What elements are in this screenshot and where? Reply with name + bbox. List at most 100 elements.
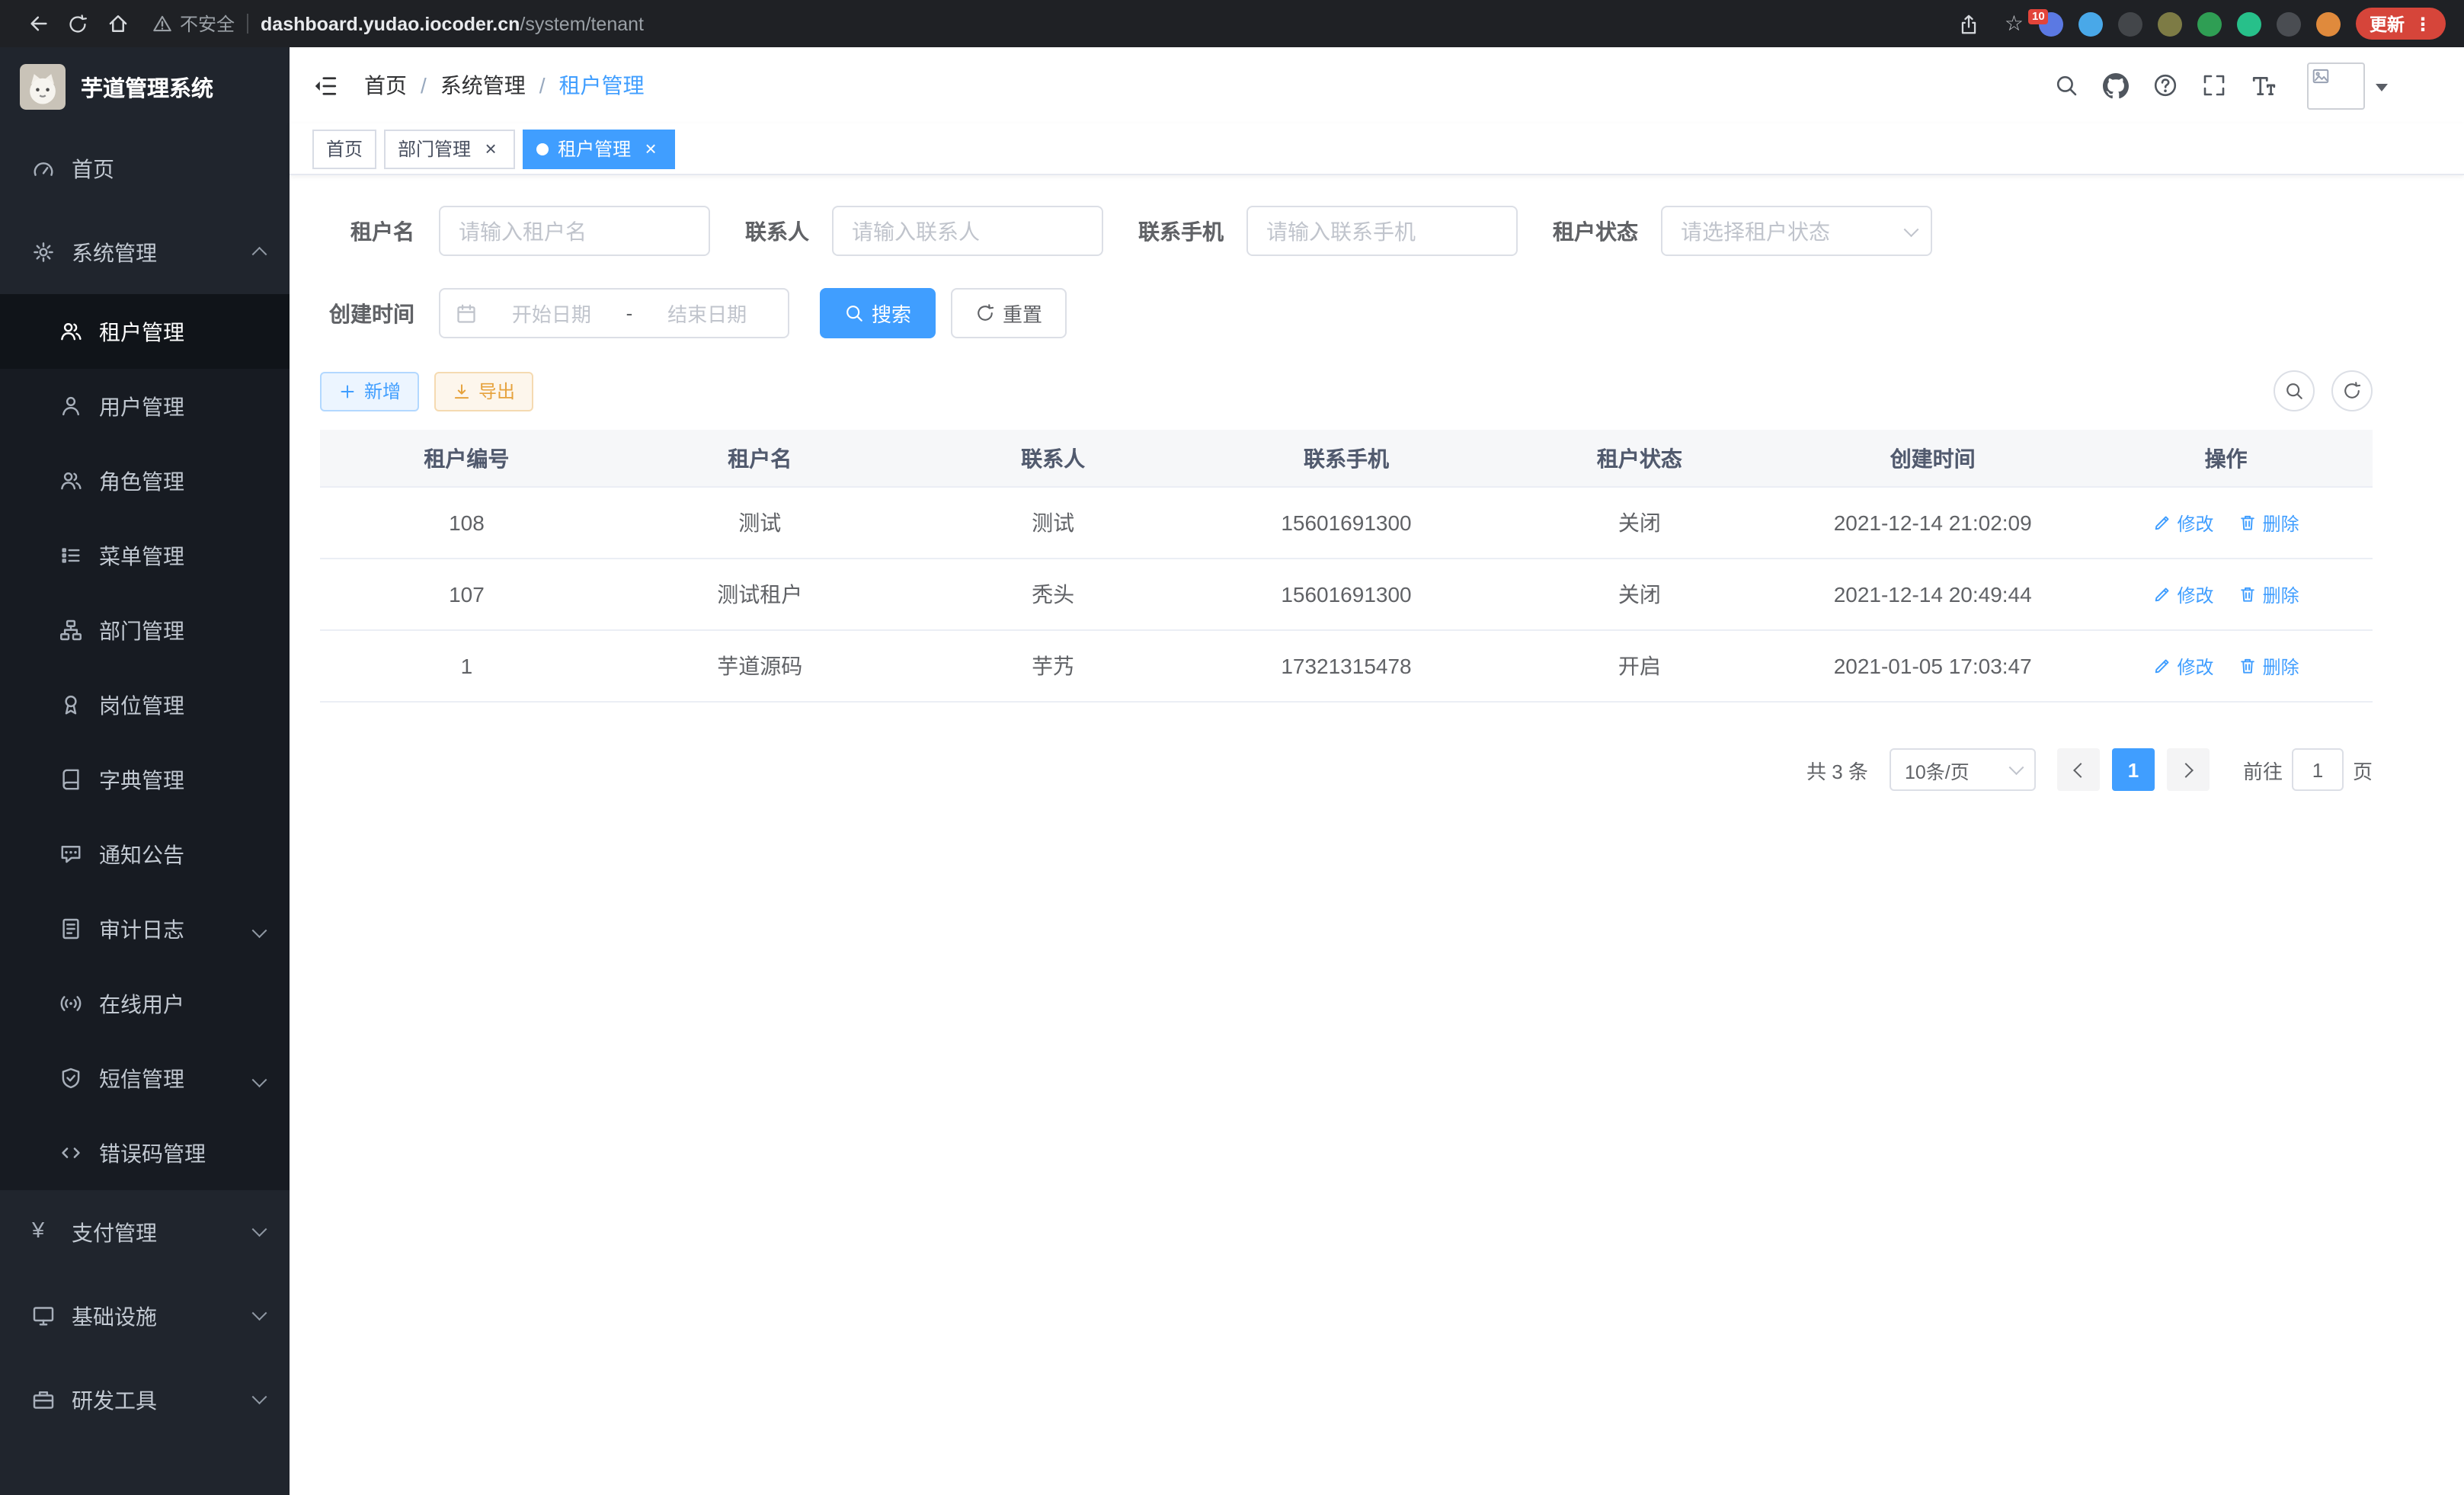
next-page-button[interactable] [2167,748,2210,791]
menu-icon [59,544,82,567]
sidebar-item-tenant[interactable]: 租户管理 [0,294,290,369]
filter-contact: 联系人 [745,206,1103,256]
security-chip[interactable]: 不安全 [152,11,235,37]
sidebar-item-audit-log[interactable]: 审计日志 [0,892,290,966]
page-size-select[interactable]: 10条/页 [1890,748,2036,791]
cell-tenant-id: 1 [320,654,613,678]
sidebar-item-online-user[interactable]: 在线用户 [0,966,290,1041]
sidebar-item-label: 审计日志 [99,914,184,944]
sidebar-item-user[interactable]: 用户管理 [0,369,290,443]
sidebar-fold-icon[interactable] [312,72,338,98]
refresh-table-button[interactable] [2331,370,2373,411]
toggle-search-button[interactable] [2274,370,2315,411]
extension-icon-2[interactable] [2078,11,2103,36]
search-button[interactable]: 搜索 [820,288,936,338]
user-menu[interactable] [2307,62,2388,109]
sidebar-item-dev-tool[interactable]: 研发工具 [0,1358,290,1442]
phone-input[interactable] [1246,206,1518,256]
sidebar-item-label: 基础设施 [72,1301,157,1331]
sidebar-item-pay[interactable]: ¥ 支付管理 [0,1190,290,1274]
tab-home[interactable]: 首页 [312,129,376,168]
date-range-picker[interactable]: 开始日期 - 结束日期 [439,288,789,338]
browser-reload-icon[interactable] [58,5,98,42]
sidebar-item-post[interactable]: 岗位管理 [0,667,290,742]
filter-status: 租户状态 请选择租户状态 [1553,206,1932,256]
sidebar-item-label: 在线用户 [99,988,184,1019]
sidebar-item-dept[interactable]: 部门管理 [0,593,290,667]
tenant-name-input[interactable] [439,206,710,256]
page-number-1[interactable]: 1 [2112,748,2155,791]
goto-page-input[interactable] [2292,748,2344,791]
extension-icon-4[interactable] [2158,11,2182,36]
help-icon[interactable] [2153,73,2178,98]
sidebar-item-notice[interactable]: 通知公告 [0,817,290,892]
logo-image [20,64,66,110]
update-label: 更新 [2370,11,2405,36]
breadcrumb-current: 租户管理 [559,70,645,101]
calendar-icon [456,303,477,324]
export-button[interactable]: 导出 [434,371,533,411]
table-toolbar: 新增 导出 [320,370,2373,411]
broken-image-icon [2312,66,2330,85]
extension-icon-8[interactable] [2316,11,2341,36]
extension-icon-3[interactable] [2118,11,2142,36]
browser-back-icon[interactable] [18,5,58,42]
browser-update-button[interactable]: 更新 ⋮ [2356,8,2446,40]
tab-tenant[interactable]: 租户管理 × [523,129,675,168]
header-search-icon[interactable] [2054,73,2078,98]
sidebar-item-role[interactable]: 角色管理 [0,443,290,518]
cell-created: 2021-12-14 20:49:44 [1786,582,2079,607]
edit-link[interactable]: 修改 [2153,581,2214,607]
extension-icon-5[interactable] [2197,11,2222,36]
status-select[interactable]: 请选择租户状态 [1661,206,1932,256]
date-start-placeholder: 开始日期 [486,299,617,328]
chevron-down-icon [251,1389,265,1403]
tab-label: 部门管理 [398,136,471,162]
edit-link[interactable]: 修改 [2153,510,2214,536]
table-header-row: 租户编号 租户名 联系人 联系手机 租户状态 创建时间 操作 [320,430,2373,488]
sidebar-item-system[interactable]: 系统管理 [0,210,290,294]
tab-dept[interactable]: 部门管理 × [384,129,515,168]
bookmark-star-icon[interactable]: ☆ [2005,11,2024,37]
edit-link[interactable]: 修改 [2153,653,2214,679]
extension-icon-6[interactable] [2237,11,2261,36]
browser-home-icon[interactable] [98,5,137,42]
edit-label: 修改 [2178,581,2214,607]
fullscreen-icon[interactable] [2202,73,2226,98]
page-content: 租户名 联系人 联系手机 租户状态 请选择租户状态 [290,175,2464,1495]
breadcrumb-home[interactable]: 首页 [364,70,407,101]
close-icon[interactable]: × [480,139,501,158]
extension-icon-1[interactable]: 10 [2039,11,2063,36]
delete-link[interactable]: 删除 [2238,653,2299,679]
app-logo[interactable]: 芋道管理系统 [0,47,290,126]
breadcrumb-system[interactable]: 系统管理 [440,70,526,101]
browser-toolbar: 不安全 dashboard.yudao.iocoder.cn/system/te… [0,0,2464,47]
sidebar-item-sms[interactable]: 短信管理 [0,1041,290,1116]
sidebar-item-dict[interactable]: 字典管理 [0,742,290,817]
prev-page-button[interactable] [2057,748,2100,791]
browser-menu-icon: ⋮ [2414,14,2432,33]
reset-button[interactable]: 重置 [951,288,1067,338]
close-icon[interactable]: × [640,139,661,158]
col-tenant-id: 租户编号 [320,443,613,473]
delete-link[interactable]: 删除 [2238,510,2299,536]
online-icon [59,992,82,1015]
sidebar-item-menu[interactable]: 菜单管理 [0,518,290,593]
cell-tenant-id: 107 [320,582,613,607]
sidebar-item-home[interactable]: 首页 [0,126,290,210]
font-size-icon[interactable] [2251,72,2277,98]
tags-view: 首页 部门管理 × 租户管理 × [290,123,2464,175]
search-button-label: 搜索 [872,299,911,328]
extension-icon-7[interactable] [2277,11,2301,36]
address-bar[interactable]: 不安全 dashboard.yudao.iocoder.cn/system/te… [152,5,1950,42]
sidebar-item-infra[interactable]: 基础设施 [0,1274,290,1358]
sidebar-item-error-code[interactable]: 错误码管理 [0,1116,290,1190]
contact-input[interactable] [832,206,1103,256]
navbar: 首页 / 系统管理 / 租户管理 [290,47,2464,123]
share-icon[interactable] [1950,5,1989,42]
github-icon[interactable] [2103,72,2129,98]
search-icon [2284,381,2304,401]
delete-link[interactable]: 删除 [2238,581,2299,607]
add-button[interactable]: 新增 [320,371,419,411]
gear-icon [32,241,55,264]
